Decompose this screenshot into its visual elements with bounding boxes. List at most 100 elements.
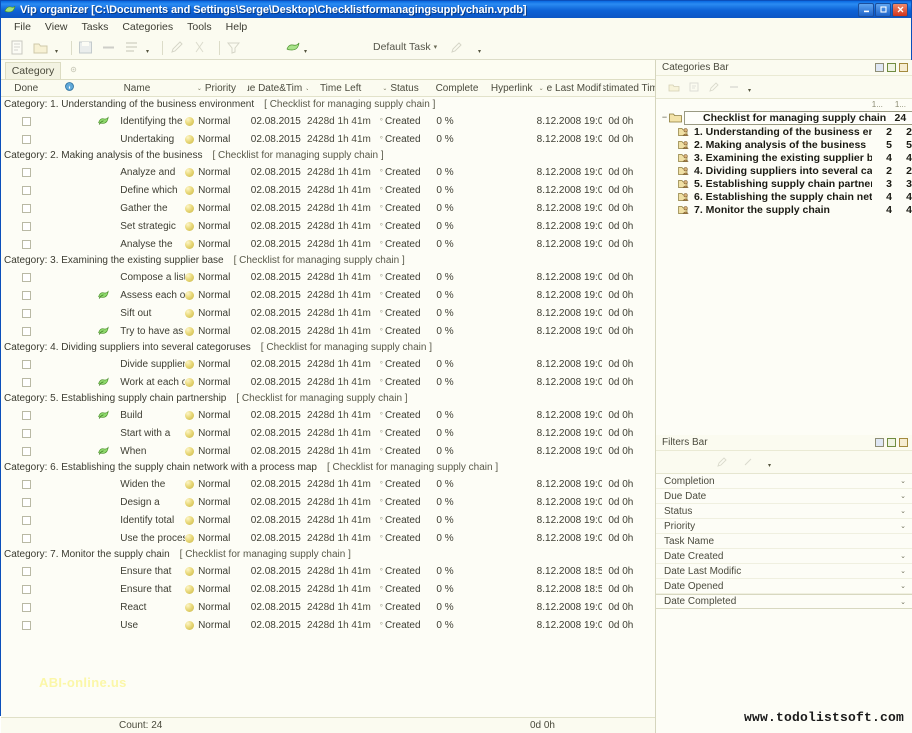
task-done-checkbox[interactable] (1, 493, 51, 511)
task-done-checkbox[interactable] (1, 304, 51, 322)
task-done-checkbox[interactable] (1, 511, 51, 529)
menu-item-view[interactable]: View (38, 20, 75, 34)
filter-row[interactable]: Status⌄ (656, 504, 912, 519)
categories-tree-item[interactable]: 5. Establishing supply chain partnership… (656, 177, 912, 190)
checkbox[interactable] (22, 327, 31, 336)
cut-icon[interactable] (191, 39, 208, 56)
filter-row[interactable]: Due Date⌄ (656, 489, 912, 504)
task-done-checkbox[interactable] (1, 355, 51, 373)
task-row[interactable]: Design aNormal02.08.20152428d 1h 41m°Cre… (1, 493, 655, 511)
task-done-checkbox[interactable] (1, 286, 51, 304)
template-edit-icon[interactable] (449, 41, 466, 58)
new-task-icon[interactable] (9, 39, 26, 56)
category-group-header[interactable]: Category: 6. Establishing the supply cha… (1, 460, 655, 475)
sort-chevron-icon[interactable]: ⌄ (539, 85, 544, 92)
categories-tree-item[interactable]: 4. Dividing suppliers into several categ… (656, 164, 912, 177)
column-header-e-last-modif[interactable]: ⌄e Last Modif (537, 80, 603, 96)
column-header-done[interactable]: Done (1, 80, 51, 96)
task-hyperlink-cell[interactable] (487, 268, 537, 286)
task-row[interactable]: Assess each ofNormal02.08.20152428d 1h 4… (1, 286, 655, 304)
menu-item-help[interactable]: Help (219, 20, 255, 34)
categories-tree-item[interactable]: 7. Monitor the supply chain44 (656, 203, 912, 216)
open-file-icon[interactable] (32, 39, 49, 56)
chevron-down-icon[interactable]: ⌄ (900, 552, 906, 560)
task-hyperlink-cell[interactable] (487, 217, 537, 235)
task-row[interactable]: Ensure thatNormal02.08.20152428d 1h 41m°… (1, 562, 655, 580)
sort-chevron-icon[interactable]: ⌄ (197, 85, 202, 92)
category-group-header[interactable]: Category: 4. Dividing suppliers into sev… (1, 340, 655, 355)
filters-bar-close-icon[interactable] (899, 438, 908, 447)
expander-icon[interactable]: − (660, 113, 669, 122)
task-row[interactable]: Analyse theNormal02.08.20152428d 1h 41m°… (1, 235, 655, 253)
sort-chevron-icon[interactable]: ⌄ (382, 85, 387, 92)
task-row[interactable]: Start with aNormal02.08.20152428d 1h 41m… (1, 424, 655, 442)
chevron-down-icon[interactable]: ⌄ (900, 522, 906, 530)
delete-category-icon[interactable] (728, 81, 740, 93)
checkbox[interactable] (22, 135, 31, 144)
column-header-complete[interactable]: Complete (427, 80, 486, 96)
checkbox[interactable] (22, 222, 31, 231)
categories-tree-root-row[interactable]: − Checklist for managing supply chain2424 (656, 110, 912, 125)
task-row[interactable]: Use the processNormal02.08.20152428d 1h … (1, 529, 655, 547)
chevron-down-icon[interactable]: ⌄ (900, 507, 906, 515)
properties-dropdown-arrow[interactable]: ▾ (146, 48, 149, 55)
menu-item-categories[interactable]: Categories (115, 20, 180, 34)
categories-bar-pin-icon[interactable] (887, 63, 896, 72)
categories-bar-close-icon[interactable] (899, 63, 908, 72)
task-done-checkbox[interactable] (1, 529, 51, 547)
category-group-header[interactable]: Category: 7. Monitor the supply chain[ C… (1, 547, 655, 562)
categories-tree-root-box[interactable]: Checklist for managing supply chain2424 (684, 111, 912, 125)
task-done-checkbox[interactable] (1, 268, 51, 286)
column-header-priority[interactable]: ⌄Priority (186, 80, 247, 96)
chevron-down-icon[interactable]: ⌄ (900, 477, 906, 485)
filter-row[interactable]: Task Name (656, 534, 912, 549)
task-template-selector[interactable]: Default Task ▾ (373, 41, 437, 53)
task-hyperlink-cell[interactable] (487, 580, 537, 598)
categories-tree-item[interactable]: 2. Making analysis of the business55 (656, 138, 912, 151)
chevron-down-icon[interactable]: ⌄ (900, 598, 906, 606)
task-hyperlink-cell[interactable] (487, 304, 537, 322)
apply-filter-icon[interactable] (716, 456, 728, 468)
task-row[interactable]: Sift outNormal02.08.20152428d 1h 41m°Cre… (1, 304, 655, 322)
checkbox[interactable] (22, 516, 31, 525)
task-done-checkbox[interactable] (1, 235, 51, 253)
checkbox[interactable] (22, 309, 31, 318)
task-done-checkbox[interactable] (1, 181, 51, 199)
sync-dropdown-arrow[interactable]: ▾ (304, 48, 307, 55)
task-done-checkbox[interactable] (1, 475, 51, 493)
gear-icon[interactable] (69, 65, 78, 74)
task-done-checkbox[interactable] (1, 616, 51, 634)
checkbox[interactable] (22, 447, 31, 456)
column-header-hyperlink[interactable]: Hyperlink (487, 80, 537, 96)
menu-item-tools[interactable]: Tools (180, 20, 219, 34)
task-row[interactable]: Widen theNormal02.08.20152428d 1h 41m°Cr… (1, 475, 655, 493)
task-row[interactable]: Identify totalNormal02.08.20152428d 1h 4… (1, 511, 655, 529)
task-row[interactable]: ReactNormal02.08.20152428d 1h 41m°Create… (1, 598, 655, 616)
task-hyperlink-cell[interactable] (487, 355, 537, 373)
open-file-dropdown-arrow[interactable]: ▾ (55, 48, 58, 55)
checkbox[interactable] (22, 534, 31, 543)
task-hyperlink-cell[interactable] (487, 598, 537, 616)
task-hyperlink-cell[interactable] (487, 616, 537, 634)
task-row[interactable]: UseNormal02.08.20152428d 1h 41m°Created0… (1, 616, 655, 634)
task-hyperlink-cell[interactable] (487, 475, 537, 493)
task-done-checkbox[interactable] (1, 580, 51, 598)
task-row[interactable]: Analyze andNormal02.08.20152428d 1h 41m°… (1, 163, 655, 181)
task-hyperlink-cell[interactable] (487, 286, 537, 304)
task-hyperlink-cell[interactable] (487, 406, 537, 424)
task-row[interactable]: Work at each ofNormal02.08.20152428d 1h … (1, 373, 655, 391)
checkbox[interactable] (22, 291, 31, 300)
categories-toolbar-overflow-arrow[interactable]: ▾ (748, 87, 751, 94)
checkbox[interactable] (22, 117, 31, 126)
categories-tree-item[interactable]: 6. Establishing the supply chain network… (656, 190, 912, 203)
checkbox[interactable] (22, 204, 31, 213)
menu-item-tasks[interactable]: Tasks (75, 20, 116, 34)
task-hyperlink-cell[interactable] (487, 511, 537, 529)
categories-bar-dropdown-icon[interactable] (875, 63, 884, 72)
rename-category-icon[interactable] (708, 81, 720, 93)
checkbox[interactable] (22, 567, 31, 576)
checkbox[interactable] (22, 240, 31, 249)
task-row[interactable]: Try to have asNormal02.08.20152428d 1h 4… (1, 322, 655, 340)
delete-icon[interactable] (100, 39, 117, 56)
task-done-checkbox[interactable] (1, 130, 51, 148)
